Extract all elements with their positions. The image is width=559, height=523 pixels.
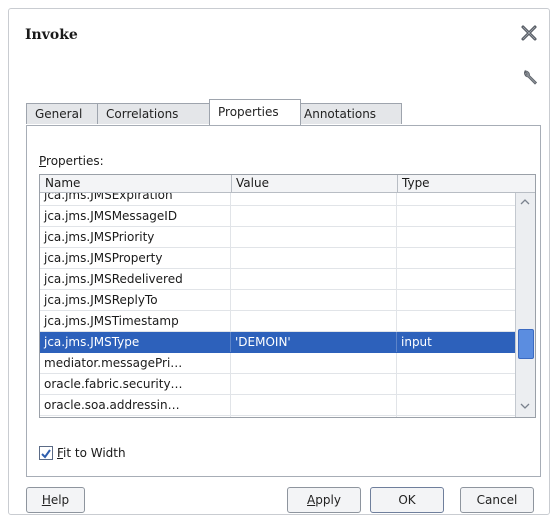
row-value[interactable] <box>231 193 397 205</box>
tab-correlations-label: Correlations <box>106 107 179 121</box>
cancel-button[interactable]: Cancel <box>460 487 534 513</box>
row-type[interactable] <box>397 206 515 226</box>
row-name: jca.jms.JMSPriority <box>40 227 231 247</box>
invoke-dialog: Invoke General Correlations Properties A… <box>8 8 550 515</box>
help-button[interactable]: Help <box>26 487 85 513</box>
checkmark-icon <box>41 449 51 459</box>
row-type[interactable] <box>397 374 515 394</box>
column-header-name[interactable]: Name <box>40 175 232 192</box>
fit-to-width-label-rest: it to Width <box>63 446 126 460</box>
scroll-down-arrow-icon[interactable] <box>519 401 531 411</box>
table-rows: jca.jms.JMSExpiration jca.jms.JMSMessage… <box>40 193 515 417</box>
table-row[interactable]: jca.jms.JMSProperty <box>40 248 515 269</box>
row-value[interactable] <box>231 248 397 268</box>
row-name: jca.jms.JMSRedelivered <box>40 269 231 289</box>
table-header: Name Value Type <box>40 175 535 193</box>
table-row[interactable]: mediator.messagePri… <box>40 353 515 374</box>
row-value[interactable] <box>231 395 397 415</box>
column-header-type[interactable]: Type <box>397 175 535 192</box>
table-row[interactable]: jca.jms.JMSTimestamp <box>40 311 515 332</box>
row-value[interactable] <box>231 227 397 247</box>
table-row-selected[interactable]: jca.jms.JMSType 'DEMOIN' input <box>40 332 515 353</box>
tab-annotations[interactable]: Annotations <box>295 103 402 124</box>
row-value[interactable] <box>231 353 397 373</box>
properties-label-rest: roperties: <box>46 154 104 168</box>
row-name: jca.jms.JMSProperty <box>40 248 231 268</box>
row-name: oracle.soa.addressin… <box>40 395 231 415</box>
vertical-scrollbar[interactable] <box>515 193 535 417</box>
row-type[interactable] <box>397 353 515 373</box>
row-name: jca.jms.JMSMessageID <box>40 206 231 226</box>
tab-correlations[interactable]: Correlations <box>97 103 210 124</box>
row-value[interactable] <box>231 416 397 417</box>
row-value[interactable] <box>231 311 397 331</box>
ok-button[interactable]: OK <box>370 487 444 513</box>
row-name: oracle.fabric.security… <box>40 374 231 394</box>
table-row[interactable]: jca.jms.JMSExpiration <box>40 193 515 206</box>
scroll-up-arrow-icon[interactable] <box>519 197 531 207</box>
row-name: mediator.messagePri… <box>40 353 231 373</box>
table-row[interactable]: jca.jms.JMSRedelivered <box>40 269 515 290</box>
properties-table[interactable]: Name Value Type jca.jms.JMSExpiration jc… <box>39 174 536 418</box>
wrench-icon[interactable] <box>521 69 539 87</box>
row-name: jca.jms.JMSTimestamp <box>40 311 231 331</box>
table-row[interactable]: jca.jms.JMSMessageID <box>40 206 515 227</box>
scrollbar-thumb[interactable] <box>518 329 534 359</box>
row-name: jca.jms.JMSExpiration <box>40 193 231 205</box>
tab-general[interactable]: General <box>26 103 101 124</box>
apply-label-rest: pply <box>315 493 341 507</box>
row-value[interactable] <box>231 374 397 394</box>
table-row[interactable]: priority <box>40 416 515 417</box>
row-value[interactable] <box>231 269 397 289</box>
row-type[interactable] <box>397 416 515 417</box>
row-type[interactable] <box>397 193 515 205</box>
column-header-value[interactable]: Value <box>231 175 398 192</box>
row-name: priority <box>40 416 231 417</box>
tab-general-label: General <box>35 107 83 121</box>
row-type[interactable]: input <box>397 332 515 352</box>
properties-panel: Properties: Name Value Type jca.jms.JMSE… <box>26 125 541 477</box>
fit-to-width-checkbox[interactable] <box>39 446 53 460</box>
dialog-title: Invoke <box>25 27 78 43</box>
help-label-rest: elp <box>50 493 70 507</box>
row-type[interactable] <box>397 248 515 268</box>
tab-annotations-label: Annotations <box>304 107 377 121</box>
table-row[interactable]: jca.jms.JMSReplyTo <box>40 290 515 311</box>
help-mnemonic: H <box>41 493 51 507</box>
table-row[interactable]: oracle.fabric.security… <box>40 374 515 395</box>
properties-label-mnemonic: P <box>39 154 47 168</box>
row-type[interactable] <box>397 311 515 331</box>
tab-properties-label: Properties <box>218 105 279 119</box>
row-type[interactable] <box>397 290 515 310</box>
apply-button[interactable]: Apply <box>287 487 361 513</box>
tab-properties[interactable]: Properties <box>209 99 301 125</box>
row-type[interactable] <box>397 227 515 247</box>
table-row[interactable]: oracle.soa.addressin… <box>40 395 515 416</box>
row-type[interactable] <box>397 395 515 415</box>
row-value[interactable] <box>231 206 397 226</box>
table-row[interactable]: jca.jms.JMSPriority <box>40 227 515 248</box>
properties-label: Properties: <box>39 154 104 168</box>
fit-to-width-label: Fit to Width <box>57 444 126 462</box>
row-name: jca.jms.JMSReplyTo <box>40 290 231 310</box>
row-name: jca.jms.JMSType <box>40 332 231 352</box>
row-value[interactable]: 'DEMOIN' <box>231 332 397 352</box>
close-icon[interactable] <box>519 23 539 43</box>
row-type[interactable] <box>397 269 515 289</box>
row-value[interactable] <box>231 290 397 310</box>
